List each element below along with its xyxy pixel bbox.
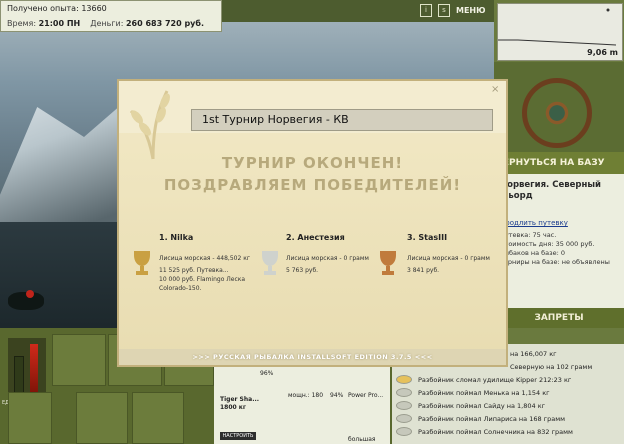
money-value: 260 683 720 руб.	[125, 19, 205, 28]
winner-catch: Лисица морская - 0 грамм	[407, 255, 490, 262]
bucket-slot[interactable]	[132, 392, 184, 444]
congratulations-text: ПОЗДРАВЛЯЕМ ПОБЕДИТЕЛЕЙ!	[163, 176, 462, 194]
exp-text: Получено опыта: 13660	[7, 4, 107, 13]
bans-button[interactable]: ЗАПРЕТЫ	[494, 308, 624, 328]
dialog-title-bar: 1st Турнир Норвегия - КВ	[191, 109, 493, 131]
time-value: 21:00 ПН	[38, 19, 81, 28]
time-money-row: Время: 21:00 ПН Деньги: 260 683 720 руб.	[7, 19, 204, 28]
depth-value: 9,06 m	[587, 48, 618, 57]
info-icon[interactable]: i	[420, 4, 432, 17]
player-info-panel: Получено опыта: 13660 Время: 21:00 ПН Де…	[0, 0, 222, 32]
winner-prize-extra: Colorado-150.	[159, 285, 202, 292]
close-icon[interactable]: ×	[491, 84, 499, 95]
line-info: мощн.: 180	[288, 392, 324, 399]
fish-icon	[396, 414, 412, 423]
rod-durability: 96%	[260, 370, 274, 377]
log-entry: Разбойник сломал удилище Kipper 212:23 к…	[396, 375, 571, 384]
fish-icon	[396, 388, 412, 397]
money-label: Деньги:	[90, 19, 124, 28]
vegetables-slot[interactable]	[76, 392, 128, 444]
wheat-icon	[129, 90, 170, 160]
winner-name: 3. StasIII	[407, 233, 448, 242]
line-durability: 94%	[330, 392, 344, 399]
log-entry: на 166,007 кг	[510, 350, 557, 358]
buoy-icon	[26, 290, 34, 298]
log-entry: Разбойник поймал Сайду на 1,804 кг	[396, 401, 545, 410]
tournament-results-dialog: 1st Турнир Норвегия - КВ × ТУРНИР ОКОНЧЕ…	[117, 79, 508, 367]
winner-prize: 3 841 руб.	[407, 267, 440, 274]
ship-wheel-icon[interactable]	[522, 78, 592, 148]
winner-third: 3. StasIII Лисица морская - 0 грамм 3 84…	[407, 233, 527, 275]
reel-name: Power Pro...	[348, 392, 384, 399]
food-gauge	[8, 338, 46, 398]
hook-size: большая	[348, 436, 376, 443]
tackle-box-slot[interactable]	[52, 334, 106, 386]
rod-weight: 1800 кг	[220, 404, 246, 411]
renew-pass-link[interactable]: Продлить путевку	[500, 219, 568, 227]
return-to-base-button[interactable]: вернуться на базу	[494, 152, 624, 174]
winner-second: 2. Анестезия Лисица морская - 0 грамм 5 …	[286, 233, 406, 275]
winner-catch: Лисица морская - 0 грамм	[286, 255, 369, 262]
log-entry: Разбойник поймал Липариса на 168 грамм	[396, 414, 565, 423]
winner-name: 1. Nilka	[159, 233, 194, 242]
winner-first: 1. Nilka Лисица морская - 448,502 кг 11 …	[159, 233, 279, 293]
log-entry: Северную на 102 грамм	[510, 363, 593, 371]
winner-prize-extra: 10 000 руб. Flamingo Леска	[159, 276, 246, 283]
rod-name: Tiger Sha...	[220, 396, 260, 403]
winner-name: 2. Анестезия	[286, 233, 345, 242]
pot-slot[interactable]	[8, 392, 52, 444]
game-version-footer: >>> РУССКАЯ РЫБАЛКА INSTALLSOFT EDITION …	[119, 349, 506, 365]
tournament-finished-text: ТУРНИР ОКОНЧЕН!	[221, 154, 404, 172]
log-entry: Разбойник поймал Менька на 1,154 кг	[396, 388, 550, 397]
gold-cup-icon	[134, 251, 150, 275]
winner-prize: 5 763 руб.	[286, 267, 319, 274]
setup-button[interactable]: НАСТРОИТЬ	[220, 432, 256, 440]
toolbar-icons: i s МЕНЮ	[420, 4, 486, 17]
menu-button[interactable]: МЕНЮ	[456, 6, 486, 15]
time-label: Время:	[7, 19, 37, 28]
tournament-title: 1st Турнир Норвегия - КВ	[202, 113, 349, 126]
sound-icon[interactable]: s	[438, 4, 450, 17]
trophy-icon	[396, 375, 412, 384]
fish-icon	[396, 401, 412, 410]
depth-chart: 9,06 m	[497, 3, 623, 61]
winner-catch: Лисица морская - 448,502 кг	[159, 255, 250, 262]
log-entry: Разбойник поймал Солнечника на 832 грамм	[396, 427, 573, 436]
winner-prize: 11 525 руб. Путевка...	[159, 267, 229, 274]
location-name: Норвегия. Северный фьорд	[500, 180, 601, 201]
fish-icon	[396, 427, 412, 436]
